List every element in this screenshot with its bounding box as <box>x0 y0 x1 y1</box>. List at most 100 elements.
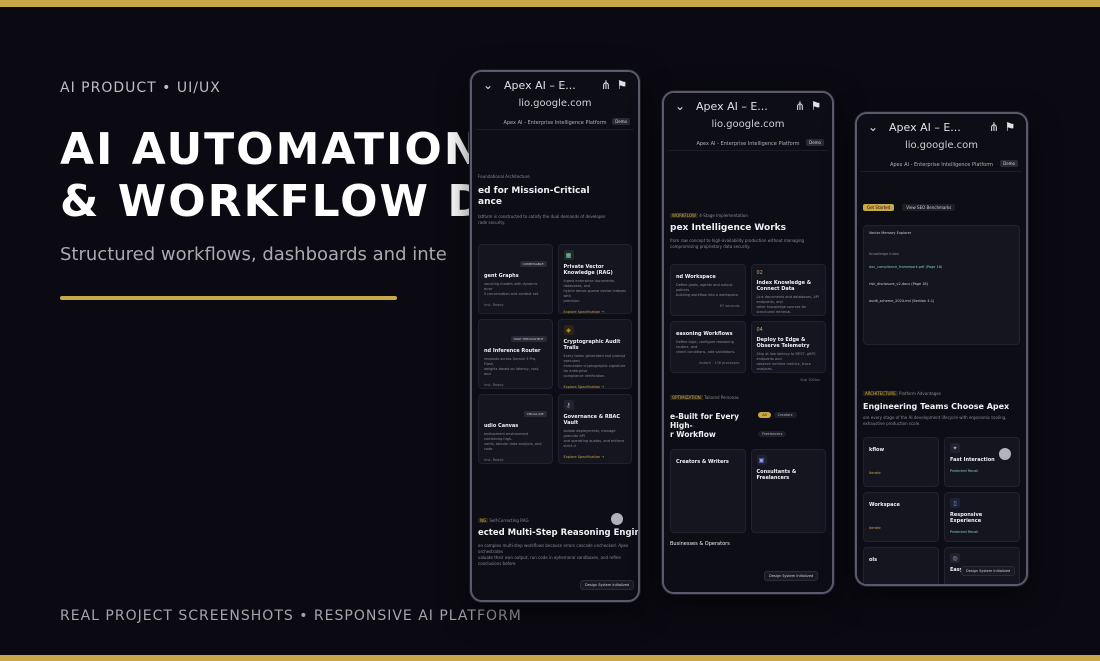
feed-item[interactable]: risk_disclosure_v2.docx (Page 18) <box>869 282 1014 287</box>
filter-pill-creators[interactable]: Creators <box>773 412 797 418</box>
step-card[interactable]: nd Workspace Define goals, agents and ou… <box>670 264 746 316</box>
chevron-down-icon[interactable]: ⌄ <box>865 120 881 134</box>
card-link[interactable]: Explore Specification → <box>564 385 627 389</box>
section-heading: ected Multi-Step Reasoning Engines <box>478 528 640 538</box>
page-content: Foundational Architecture ed for Mission… <box>472 130 638 571</box>
share-icon[interactable]: ⋔ <box>598 78 614 92</box>
advantage-card[interactable]: ▯ Responsive Experience Protected Recall <box>944 492 1020 542</box>
view-benchmarks-button[interactable]: View SEO Benchmarks <box>902 204 956 211</box>
section-kicker: Foundational Architecture <box>478 174 530 179</box>
card-link[interactable]: Protected Recall <box>950 469 1014 473</box>
section-description: ore every stage of the AI development li… <box>863 415 1007 426</box>
card-title: udio Canvas <box>484 423 519 429</box>
step-card[interactable]: 04 Deploy to Edge & Observe Telemetry Sh… <box>750 321 826 382</box>
touch-indicator <box>999 448 1011 460</box>
demo-button[interactable]: Demo <box>612 118 630 125</box>
feature-card[interactable]: COMPOSABLE gent Graphs xecuting models w… <box>478 244 553 314</box>
chevron-down-icon[interactable]: ⌄ <box>480 78 496 92</box>
bottom-accent-bar <box>0 655 1100 661</box>
url-bar[interactable]: lio.google.com <box>472 98 638 114</box>
step-footer: 67 seconds <box>719 304 740 308</box>
page-content: Get Started View SEO Benchmarks Vector M… <box>857 172 1026 584</box>
url-bar[interactable]: lio.google.com <box>857 140 1026 156</box>
advantage-card[interactable]: ols <box>863 547 939 584</box>
top-accent-bar <box>0 0 1100 7</box>
feature-card[interactable]: HIGH THROUGHPUT nd Inference Router requ… <box>478 319 553 389</box>
step-description: Ship at low latency to REST, gRPC endpoi… <box>756 352 817 371</box>
card-link[interactable]: Explore Specification → <box>564 455 627 459</box>
step-description: Link documents and databases, API endpoi… <box>756 295 819 314</box>
app-header: Apex AI - Enterprise Intelligence Platfo… <box>861 158 1022 172</box>
advantages-grid: kflow Iterate ✦ Fast Interaction Protect… <box>863 437 1020 584</box>
step-title: Index Knowledge & Connect Data <box>756 280 812 292</box>
get-started-button[interactable]: Get Started <box>863 204 895 211</box>
steps-grid: nd Workspace Define goals, agents and ou… <box>670 264 826 382</box>
feature-card[interactable]: ▦ Private Vector Knowledge (RAG) Ingest … <box>557 244 632 314</box>
advantage-card[interactable]: kflow Iterate <box>863 437 939 487</box>
section-description: from raw concept to high-availability pr… <box>670 238 805 249</box>
step-footer: Sub 100ms <box>800 378 820 382</box>
step-title: nd Workspace <box>676 274 716 280</box>
bookmark-icon[interactable]: ⚑ <box>1002 120 1018 134</box>
advantage-card[interactable]: Workspace Iterate <box>863 492 939 542</box>
phone-mockup-2: ⌄ Apex AI – E... ⋔ ⚑ lio.google.com Apex… <box>662 91 834 594</box>
share-icon[interactable]: ⋔ <box>792 99 808 113</box>
persona-filter-pills: All Creators Freelancers <box>758 401 826 439</box>
browser-chrome: ⌄ Apex AI – E... ⋔ ⚑ <box>472 72 638 98</box>
compass-icon: ◎ <box>950 553 960 563</box>
app-title: Apex AI - Enterprise Intelligence Platfo… <box>503 119 607 126</box>
feature-card[interactable]: ◈ Cryptographic Audit Trails Every token… <box>557 319 632 389</box>
browser-tab-title: Apex AI – E... <box>696 99 768 113</box>
persona-card[interactable]: Creators & Writers <box>670 449 746 533</box>
feed-item[interactable]: doc_compliance_framework.pdf (Page 16) <box>869 265 1014 270</box>
lower-section: NG Self-Correcting RAG ected Multi-Step … <box>478 518 640 567</box>
demo-button[interactable]: Demo <box>806 139 824 146</box>
card-description: Every token generated and prompt execute… <box>563 354 626 378</box>
section-tag: ARCHITECTURE <box>863 391 898 396</box>
step-number: 02 <box>756 270 763 276</box>
app-header: Apex AI - Enterprise Intelligence Platfo… <box>668 137 828 151</box>
card-title: gent Graphs <box>484 273 519 279</box>
section-heading: Engineering Teams Choose Apex <box>863 402 1010 411</box>
card-title: Governance & RBAC Vault <box>563 414 621 426</box>
chevron-down-icon[interactable]: ⌄ <box>672 99 688 113</box>
step-number: 04 <box>756 327 763 333</box>
card-link[interactable]: Explore Specification → <box>564 310 627 314</box>
card-link[interactable]: Iterate <box>869 526 933 530</box>
bolt-icon: ✦ <box>950 443 960 453</box>
step-title: easoning Workflows <box>676 331 733 337</box>
card-badge: COMPOSABLE <box>519 261 547 267</box>
step-card[interactable]: 02 Index Knowledge & Connect Data Link d… <box>750 264 826 325</box>
step-card[interactable]: easoning Workflows Define logic, configu… <box>670 321 746 373</box>
card-badge: HIGH THROUGHPUT <box>510 336 547 342</box>
url-bar[interactable]: lio.google.com <box>664 119 832 135</box>
briefcase-icon: ▣ <box>756 455 767 465</box>
persona-card[interactable]: ▣ Consultants & Freelancers <box>750 449 826 533</box>
card-badge: VISUAL IDE <box>523 411 547 417</box>
demo-button[interactable]: Demo <box>1000 160 1018 167</box>
card-link[interactable]: Protected Recall <box>950 530 1014 534</box>
feature-card[interactable]: ⚷ Governance & RBAC Vault Isolate deploy… <box>557 394 632 464</box>
advantage-card[interactable]: ✦ Fast Interaction Protected Recall <box>944 437 1020 487</box>
section-tag: OPTIMIZATION <box>670 395 703 400</box>
bookmark-icon[interactable]: ⚑ <box>808 99 824 113</box>
share-icon[interactable]: ⋔ <box>986 120 1002 134</box>
feed-item[interactable]: audit_scheme_2024.md (Section 4.1) <box>869 299 1014 304</box>
persona-title: Creators & Writers <box>676 459 729 465</box>
persona-grid: Creators & Writers ▣ Consultants & Freel… <box>670 449 826 533</box>
card-link[interactable]: Iterate <box>869 471 933 475</box>
filter-pill-all[interactable]: All <box>758 412 771 418</box>
toast-notification: Design System Initialized <box>764 571 819 581</box>
page-content: WORKFLOW 4-Stage Implementation pex Inte… <box>664 151 832 551</box>
phone-mockup-3: ⌄ Apex AI – E... ⋔ ⚑ lio.google.com Apex… <box>855 112 1028 586</box>
bookmark-icon[interactable]: ⚑ <box>614 78 630 92</box>
step-description: Define logic, configure reasoning router… <box>676 340 736 354</box>
feature-card[interactable]: VISUAL IDE udio Canvas evelopment enviro… <box>478 394 553 464</box>
step-description: Define goals, agents and output policies… <box>676 283 739 297</box>
step-footer: Instant · 136 processes <box>698 361 740 365</box>
filter-pill-freelancers[interactable]: Freelancers <box>758 431 787 437</box>
browser-chrome: ⌄ Apex AI – E... ⋔ ⚑ <box>857 114 1026 140</box>
card-title: Responsive Experience <box>950 512 983 524</box>
panel-title: Vector Memory Explorer <box>869 231 912 235</box>
browser-tab-title: Apex AI – E... <box>889 120 961 134</box>
